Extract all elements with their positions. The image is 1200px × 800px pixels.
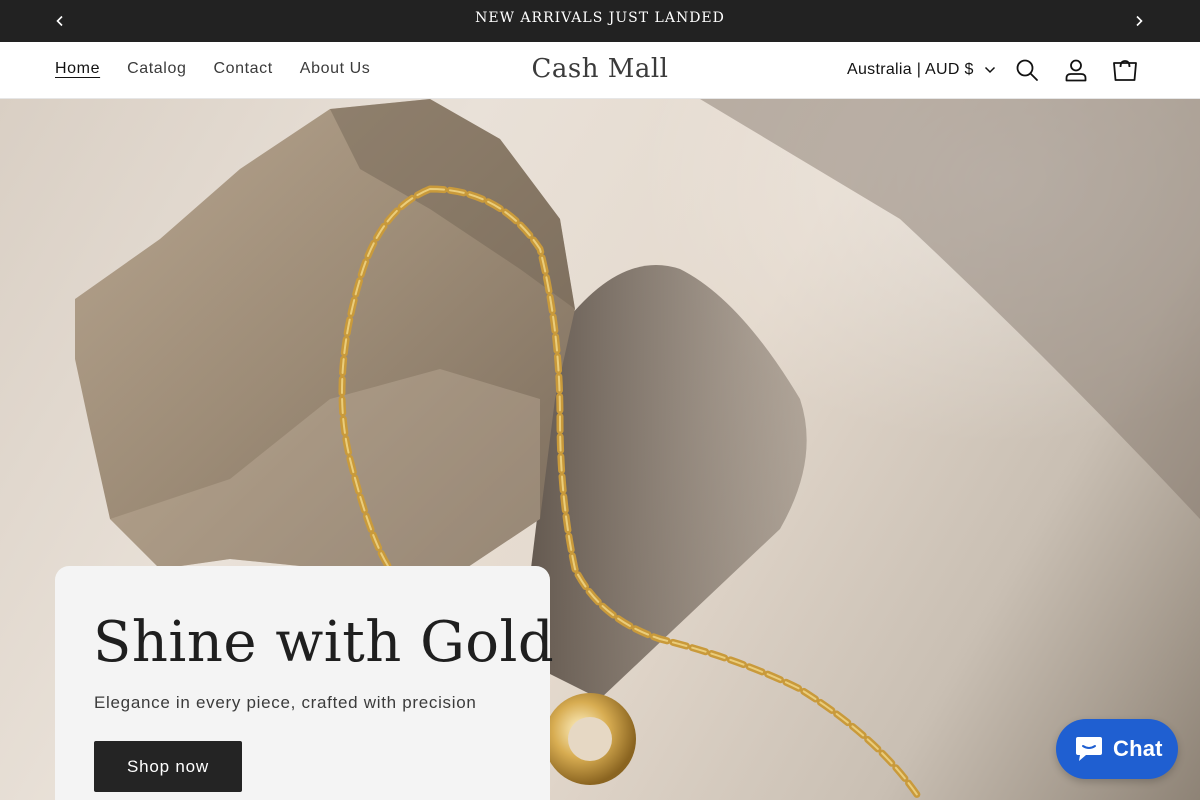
announcement-bar: NEW ARRIVALS JUST LANDED <box>0 0 1200 42</box>
search-button[interactable] <box>1014 57 1040 83</box>
country-selector[interactable]: Australia | AUD $ <box>847 61 996 79</box>
country-selector-label: Australia | AUD $ <box>847 61 974 78</box>
chat-button[interactable]: Chat <box>1056 719 1178 779</box>
chevron-down-icon <box>984 66 995 74</box>
hero-title: Shine with Gold <box>93 610 555 675</box>
cart-button[interactable] <box>1112 57 1138 83</box>
account-icon <box>1065 59 1087 82</box>
cart-icon <box>1113 60 1137 81</box>
announcement-text: NEW ARRIVALS JUST LANDED <box>475 10 725 26</box>
hero-subtitle: Elegance in every piece, crafted with pr… <box>94 693 477 712</box>
hero-content-card: Shine with Gold Elegance in every piece,… <box>55 566 554 800</box>
chevron-right-icon <box>1136 15 1143 27</box>
announcement-next-button[interactable] <box>1129 11 1149 31</box>
hero-banner: Shine with Gold Elegance in every piece,… <box>0 99 1200 800</box>
account-button[interactable] <box>1063 57 1089 83</box>
chat-label: Chat <box>1113 736 1163 761</box>
site-header: Home Catalog Contact About Us Cash Mall … <box>0 42 1200 99</box>
search-icon <box>1016 59 1038 81</box>
chat-bubble-icon <box>1076 737 1102 761</box>
shop-now-button[interactable]: Shop now <box>94 741 242 792</box>
